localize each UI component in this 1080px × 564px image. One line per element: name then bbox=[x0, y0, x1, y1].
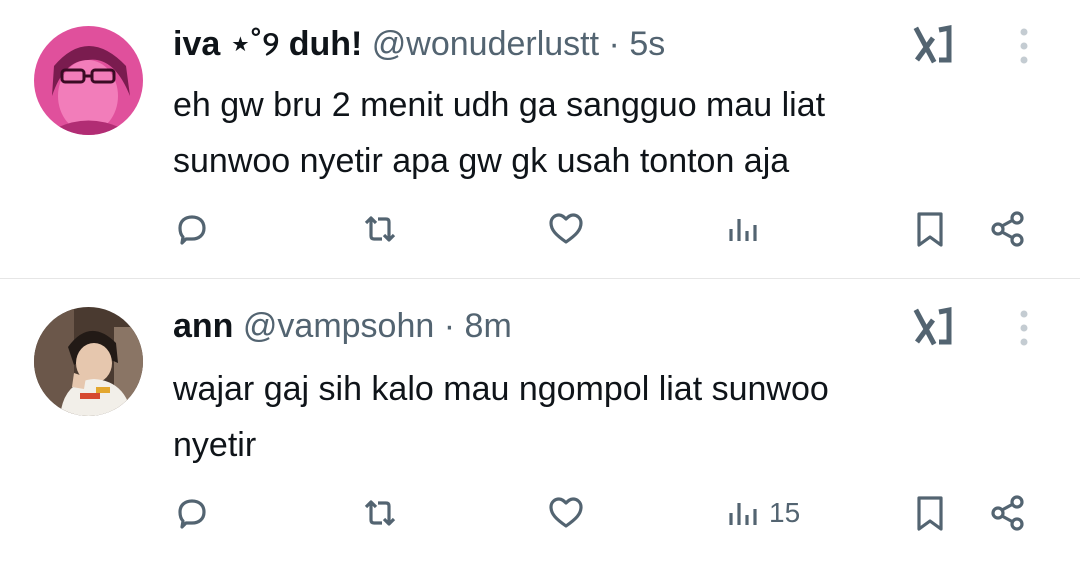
repost-icon bbox=[364, 216, 396, 242]
author-name[interactable]: ann bbox=[173, 307, 233, 345]
views-button[interactable]: 15 bbox=[725, 488, 800, 538]
bookmark-icon bbox=[917, 496, 943, 531]
timestamp[interactable]: 8m bbox=[465, 307, 512, 345]
grok-icon[interactable] bbox=[913, 306, 955, 348]
repost-icon bbox=[364, 500, 396, 526]
bookmark-icon bbox=[917, 212, 943, 247]
tweet[interactable]: ann @vampsohn · 8m wajar gaj sih kalo ma… bbox=[0, 279, 1080, 564]
views-icon bbox=[729, 219, 757, 241]
tweet-header: ann @vampsohn · 8m bbox=[173, 304, 512, 348]
repost-button[interactable] bbox=[360, 488, 400, 538]
share-button[interactable] bbox=[988, 204, 1028, 254]
action-bar bbox=[0, 204, 1080, 254]
avatar[interactable] bbox=[34, 26, 143, 135]
like-button[interactable] bbox=[546, 488, 586, 538]
avatar[interactable] bbox=[34, 307, 143, 416]
tweet-header: iva ⋆˚୨ duh! @wonuderlustt · 5s bbox=[173, 22, 665, 66]
author-handle[interactable]: @vampsohn bbox=[243, 307, 434, 345]
bookmark-button[interactable] bbox=[910, 204, 950, 254]
timestamp[interactable]: 5s bbox=[629, 25, 665, 63]
like-button[interactable] bbox=[546, 204, 586, 254]
tweet-text: wajar gaj sih kalo mau ngompol liat sunw… bbox=[173, 370, 829, 464]
bookmark-button[interactable] bbox=[910, 488, 950, 538]
views-count: 15 bbox=[769, 497, 801, 528]
grok-icon[interactable] bbox=[913, 24, 955, 66]
reply-icon bbox=[178, 215, 206, 245]
separator-dot: · bbox=[443, 307, 456, 345]
reply-button[interactable] bbox=[172, 204, 212, 254]
tweet-text: eh gw bru 2 menit udh ga sangguo mau lia… bbox=[173, 86, 826, 180]
share-icon bbox=[991, 495, 1024, 531]
share-icon bbox=[991, 211, 1024, 247]
reply-icon bbox=[178, 499, 206, 529]
more-icon[interactable] bbox=[1012, 306, 1036, 350]
reply-button[interactable] bbox=[172, 488, 212, 538]
author-handle[interactable]: @wonuderlustt bbox=[372, 25, 599, 63]
heart-icon bbox=[549, 497, 583, 528]
separator-dot: · bbox=[608, 25, 620, 63]
share-button[interactable] bbox=[988, 488, 1028, 538]
views-button[interactable] bbox=[725, 204, 769, 254]
author-name[interactable]: iva ⋆˚୨ duh! bbox=[173, 25, 362, 63]
tweet[interactable]: iva ⋆˚୨ duh! @wonuderlustt · 5s eh gw br… bbox=[0, 0, 1080, 278]
heart-icon bbox=[549, 213, 583, 244]
views-icon bbox=[729, 503, 757, 525]
more-icon[interactable] bbox=[1012, 24, 1036, 68]
action-bar: 15 bbox=[0, 488, 1080, 538]
repost-button[interactable] bbox=[360, 204, 400, 254]
